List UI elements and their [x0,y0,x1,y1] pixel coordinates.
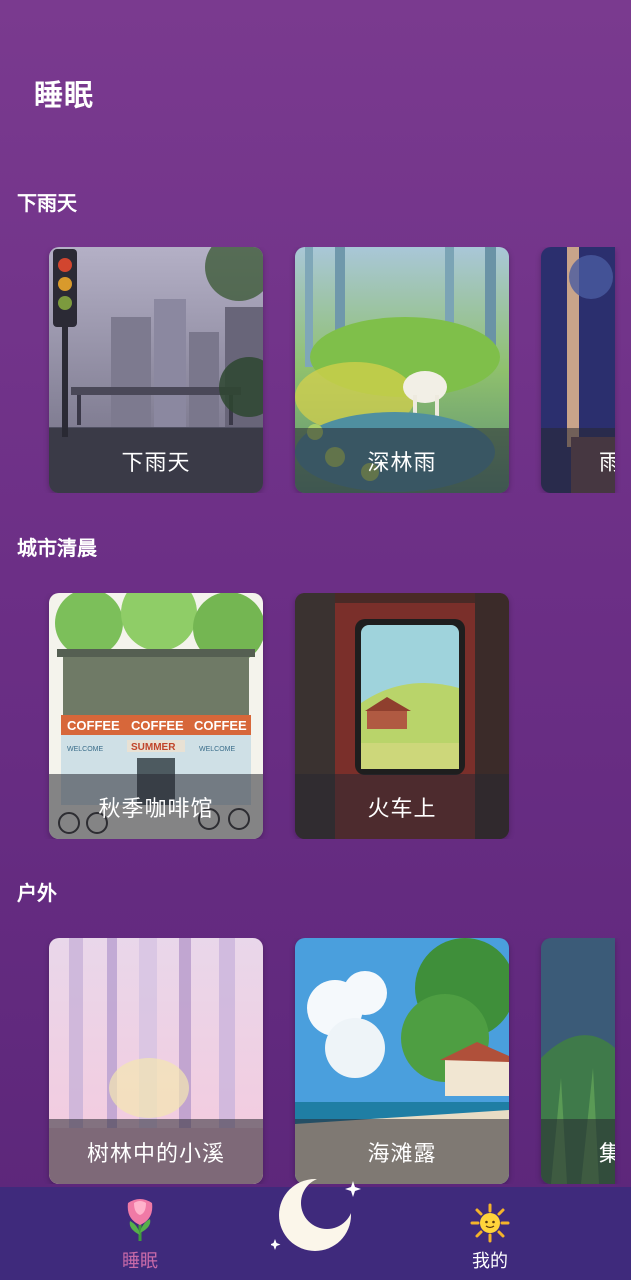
sun-icon [470,1203,510,1243]
sound-card-partial-rain[interactable]: 雨 [541,247,615,493]
sound-card-partial-outdoor[interactable]: 集 [541,938,615,1184]
section-title-city-morning: 城市清晨 [17,536,97,560]
sound-card-autumn-cafe[interactable]: COFFEE COFFEE COFFEE SUMMER WELCOME WELC… [49,593,263,839]
card-label: 集 [599,1141,615,1167]
card-label: 海滩露 [367,1141,437,1167]
card-label: 深林雨 [367,450,437,476]
sound-card-woods-stream[interactable]: 树林中的小溪 [49,938,263,1184]
cafe-sign-coffee-3: COFFEE [194,718,247,733]
rose-icon [127,1199,153,1241]
play-moon-button[interactable] [269,1169,361,1259]
cafe-sign-welcome-left: WELCOME [67,746,104,753]
card-label: 火车上 [367,796,437,822]
cafe-sign-coffee-2: COFFEE [131,718,184,733]
card-row-city-morning[interactable]: COFFEE COFFEE COFFEE SUMMER WELCOME WELC… [0,593,631,839]
cafe-sign-welcome-right: WELCOME [199,746,236,753]
moon-icon [269,1179,361,1251]
nav-tab-sleep[interactable]: 睡眠 [80,1187,200,1280]
nav-label-sleep: 睡眠 [122,1251,158,1272]
cafe-sign-coffee-1: COFFEE [67,718,120,733]
sound-card-on-train[interactable]: 火车上 [295,593,509,839]
sound-card-beach[interactable]: 海滩露 [295,938,509,1184]
section-title-rainy: 下雨天 [17,191,77,215]
nav-label-mine: 我的 [472,1251,508,1272]
card-row-rainy[interactable]: 下雨天 深林雨 雨 [0,247,631,493]
page-title: 睡眠 [34,78,95,112]
nav-tab-mine[interactable]: 我的 [430,1187,550,1280]
card-label: 树林中的小溪 [86,1141,225,1167]
sound-card-rainy-day[interactable]: 下雨天 [49,247,263,493]
cafe-sign-summer: SUMMER [131,742,176,753]
card-label: 雨 [599,450,615,476]
sound-card-forest-rain[interactable]: 深林雨 [295,247,509,493]
card-label: 下雨天 [121,450,191,476]
card-label: 秋季咖啡馆 [98,796,214,822]
section-title-outdoor: 户外 [17,881,57,905]
bottom-navigation: 睡眠 我的 [0,1179,631,1280]
card-row-outdoor[interactable]: 树林中的小溪 海滩露 集 [0,938,631,1184]
